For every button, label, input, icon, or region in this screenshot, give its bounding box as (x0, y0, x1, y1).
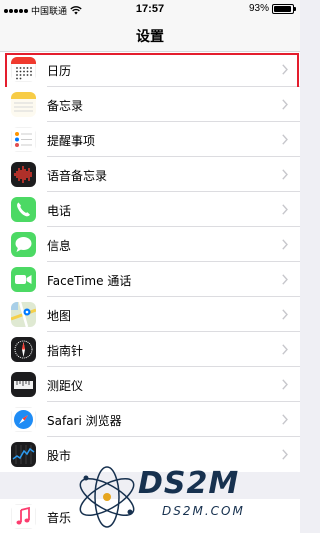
battery-percent: 93% (248, 3, 269, 14)
page-title: 设置 (136, 29, 164, 45)
settings-row-label: Safari 浏览器 (47, 414, 122, 428)
settings-row-messages[interactable]: 信息 (0, 227, 300, 262)
settings-row-label: 日历 (47, 64, 72, 78)
settings-list: 日历 备忘录 提醒事项 语音备忘录 电话 信息 FaceTime 通话 地图 指… (0, 52, 300, 472)
settings-row-reminders[interactable]: 提醒事项 (0, 122, 300, 157)
music-icon (11, 504, 36, 529)
nav-bar: 设置 (0, 20, 300, 52)
settings-row-label: 电话 (47, 204, 72, 218)
settings-row-label: 指南针 (47, 344, 84, 358)
battery-icon (272, 3, 296, 14)
settings-row-label: 测距仪 (47, 379, 84, 393)
settings-row-facetime[interactable]: FaceTime 通话 (0, 262, 300, 297)
settings-row-calendar[interactable]: 日历 (0, 52, 300, 90)
chevron-right-icon (282, 99, 288, 110)
settings-row-compass[interactable]: 指南针 (0, 332, 300, 367)
chevron-right-icon (282, 64, 288, 75)
chevron-right-icon (282, 169, 288, 180)
settings-row-phone[interactable]: 电话 (0, 192, 300, 227)
chevron-right-icon (282, 414, 288, 425)
chevron-right-icon (282, 134, 288, 145)
section-gap (0, 474, 300, 499)
settings-row-notes[interactable]: 备忘录 (0, 87, 300, 122)
measure-icon (11, 372, 36, 397)
chevron-right-icon (282, 274, 288, 285)
chevron-right-icon (282, 309, 288, 320)
settings-row-label: 音乐 (47, 511, 72, 525)
messages-icon (11, 232, 36, 257)
settings-row-label: 地图 (47, 309, 72, 323)
settings-row-safari[interactable]: Safari 浏览器 (0, 402, 300, 437)
chevron-right-icon (282, 379, 288, 390)
settings-row-measure[interactable]: 测距仪 (0, 367, 300, 402)
stocks-icon (11, 442, 36, 467)
settings-row-maps[interactable]: 地图 (0, 297, 300, 332)
voice-memos-icon (11, 162, 36, 187)
settings-row-label: 提醒事项 (47, 134, 96, 148)
phone-icon (11, 197, 36, 222)
status-right: 93% (248, 3, 296, 14)
settings-row-label: 信息 (47, 239, 72, 253)
facetime-icon (11, 267, 36, 292)
settings-row-label: 备忘录 (47, 99, 84, 113)
status-bar: 中国联通 17:57 93% (0, 0, 300, 20)
maps-icon (11, 302, 36, 327)
calendar-icon (11, 57, 36, 82)
settings-row-music[interactable]: 音乐 (0, 499, 300, 533)
notes-icon (11, 92, 36, 117)
chevron-right-icon (282, 449, 288, 460)
settings-row-stocks[interactable]: 股市 (0, 437, 300, 472)
settings-row-label: 股市 (47, 449, 72, 463)
compass-icon (11, 337, 36, 362)
safari-icon (11, 407, 36, 432)
settings-row-label: 语音备忘录 (47, 169, 108, 183)
settings-row-voice-memos[interactable]: 语音备忘录 (0, 157, 300, 192)
battery-fill (274, 5, 291, 12)
chevron-right-icon (282, 344, 288, 355)
chevron-right-icon (282, 204, 288, 215)
settings-row-label: FaceTime 通话 (47, 274, 132, 288)
reminders-icon (11, 127, 36, 152)
chevron-right-icon (282, 239, 288, 250)
